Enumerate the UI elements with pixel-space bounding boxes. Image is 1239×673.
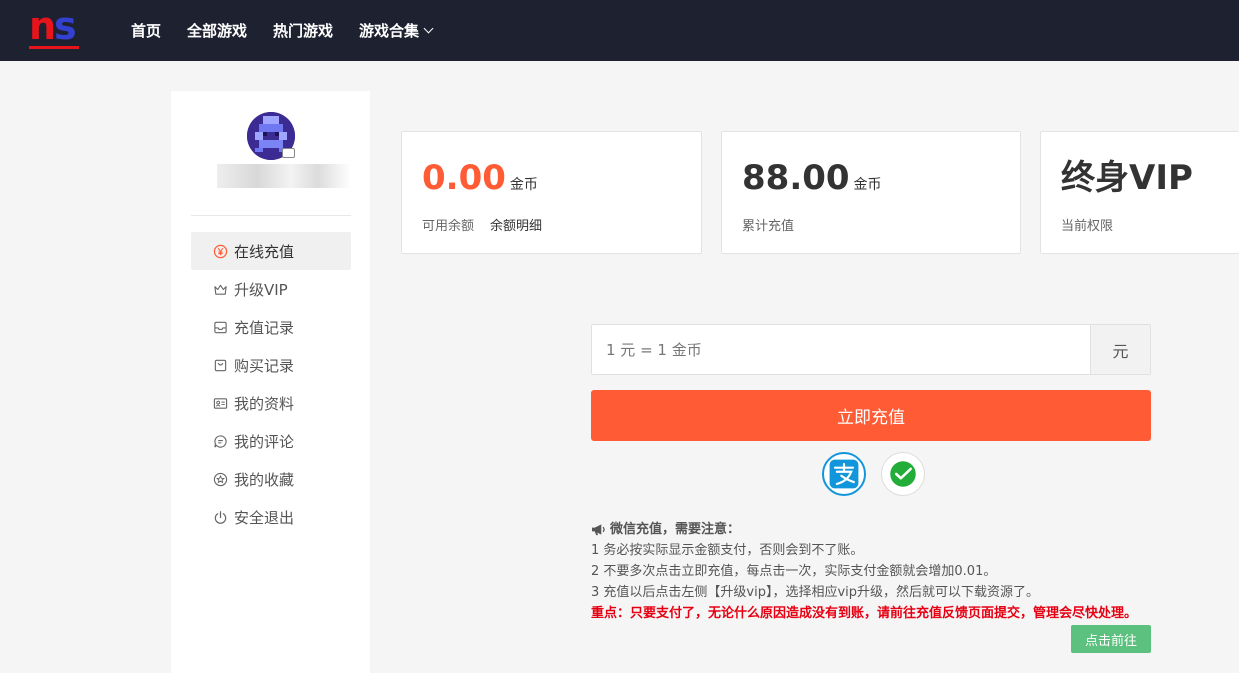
wechat-pay-icon[interactable] (881, 452, 925, 496)
nav-all-games[interactable]: 全部游戏 (187, 20, 247, 41)
balance-value-wrap: 0.00 金币 (422, 158, 538, 205)
goto-feedback-button[interactable]: 点击前往 (1071, 625, 1151, 653)
sidebar-menu: 在线充值 升级VIP 充值记录 购买记录 我的资料 我的评论 我的收藏 安全退出 (191, 232, 351, 536)
notice-important: 重点：只要支付了，无论什么原因造成没有到账，请前往充值反馈页面提交，管理会尽快处… (591, 606, 1138, 621)
alipay-icon[interactable] (822, 452, 866, 496)
total-recharge-label: 累计充值 (742, 219, 795, 234)
sidebar-item-label: 我的评论 (234, 432, 295, 451)
nav-hot-games[interactable]: 热门游戏 (273, 20, 333, 41)
sidebar-divider (191, 215, 351, 216)
chevron-down-icon (423, 23, 434, 34)
notice-title: 微信充值，需要注意： (591, 519, 1163, 540)
nav-home[interactable]: 首页 (131, 20, 161, 41)
username-blurred (217, 164, 351, 188)
sidebar-item-label: 安全退出 (234, 508, 295, 527)
amount-field: 元 (591, 324, 1151, 375)
vip-value: 终身VIP (1061, 158, 1193, 198)
yen-circle-icon (212, 243, 228, 259)
sidebar-item-upgrade-vip[interactable]: 升级VIP (191, 270, 351, 308)
balance-card: 0.00 金币 可用余额 余额明细 (401, 131, 702, 254)
id-card-icon (212, 395, 228, 411)
sidebar-item-label: 我的资料 (234, 394, 295, 413)
recharge-now-button[interactable]: 立即充值 (591, 390, 1151, 441)
balance-value: 0.00 (422, 158, 506, 198)
recharge-notice: 微信充值，需要注意： 1 务必按实际显示金额支付，否则会到不了账。 2 不要多次… (591, 519, 1163, 624)
inbox-icon (212, 319, 228, 335)
balance-unit: 金币 (509, 177, 538, 193)
sidebar-item-recharge[interactable]: 在线充值 (191, 232, 351, 270)
user-sidebar: 在线充值 升级VIP 充值记录 购买记录 我的资料 我的评论 我的收藏 安全退出 (171, 91, 370, 673)
megaphone-icon (592, 524, 605, 536)
notice-title-text: 微信充值，需要注意： (610, 522, 741, 537)
sidebar-item-my-comments[interactable]: 我的评论 (191, 422, 351, 460)
amount-input[interactable] (592, 325, 1090, 374)
comment-icon (212, 433, 228, 449)
nav-game-collections[interactable]: 游戏合集 (359, 20, 434, 41)
balance-label: 可用余额 (422, 219, 475, 234)
vip-card: 终身VIP 当前权限 (1040, 131, 1239, 254)
top-navbar: ns 首页 全部游戏 热门游戏 游戏合集 (0, 0, 1239, 61)
avatar-edit-icon[interactable] (282, 148, 295, 158)
sidebar-item-recharge-records[interactable]: 充值记录 (191, 308, 351, 346)
sidebar-item-label: 在线充值 (234, 242, 295, 261)
sidebar-item-my-profile[interactable]: 我的资料 (191, 384, 351, 422)
balance-details-link[interactable]: 余额明细 (490, 219, 542, 234)
main-nav: 首页 全部游戏 热门游戏 游戏合集 (131, 0, 458, 61)
sidebar-item-label: 购买记录 (234, 356, 295, 375)
total-recharge-card: 88.00 金币 累计充值 (721, 131, 1021, 254)
power-icon (212, 509, 228, 525)
shopping-bag-icon (212, 357, 228, 373)
vip-label: 当前权限 (1061, 219, 1114, 234)
nav-game-collections-label: 游戏合集 (359, 22, 420, 40)
notice-line: 1 务必按实际显示金额支付，否则会到不了账。 (591, 543, 864, 558)
sidebar-item-label: 升级VIP (234, 280, 288, 299)
total-recharge-value: 88.00 (742, 158, 850, 198)
total-recharge-unit: 金币 (853, 177, 882, 193)
sidebar-item-logout[interactable]: 安全退出 (191, 498, 351, 536)
sidebar-item-label: 我的收藏 (234, 470, 295, 489)
star-circle-icon (212, 471, 228, 487)
sidebar-item-label: 充值记录 (234, 318, 295, 337)
amount-unit-suffix: 元 (1090, 325, 1150, 374)
notice-line: 3 充值以后点击左侧【升级vip】，选择相应vip升级，然后就可以下载资源了。 (591, 585, 1040, 600)
balance-sub: 可用余额 余额明细 (422, 215, 542, 234)
sidebar-item-purchase-records[interactable]: 购买记录 (191, 346, 351, 384)
site-logo[interactable]: ns (29, 6, 81, 50)
notice-line: 2 不要多次点击立即充值，每点击一次，实际支付金额就会增加0.01。 (591, 564, 997, 579)
crown-icon (212, 281, 228, 297)
total-value-wrap: 88.00 金币 (742, 158, 882, 205)
sidebar-item-my-favorites[interactable]: 我的收藏 (191, 460, 351, 498)
